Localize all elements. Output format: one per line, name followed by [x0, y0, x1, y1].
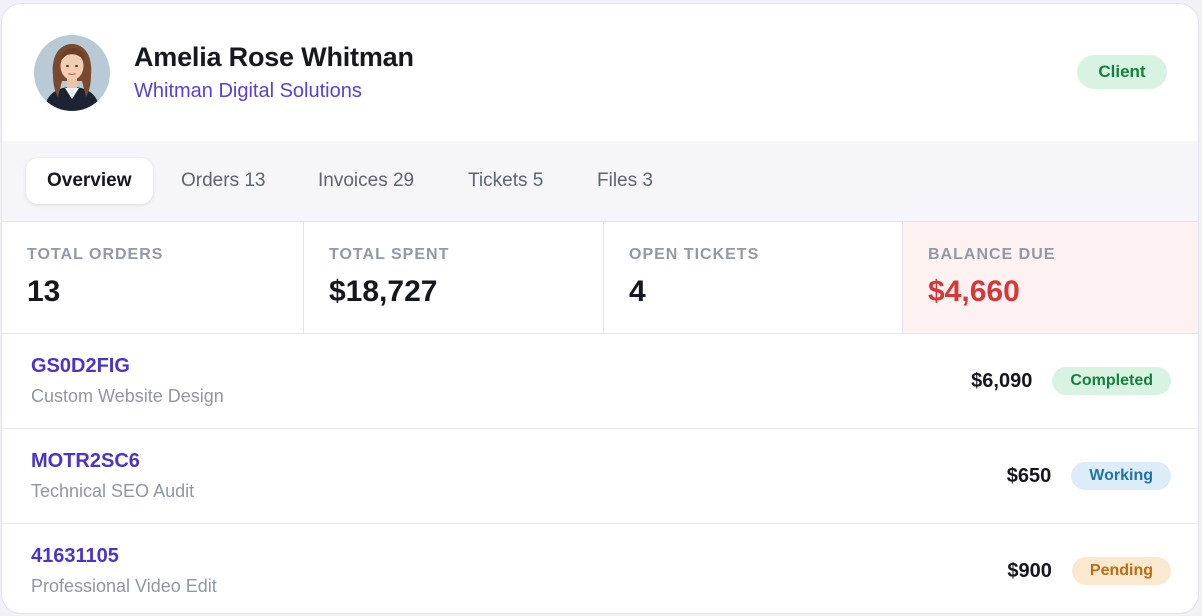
stat-value: 4 [629, 275, 646, 308]
tab-tickets[interactable]: Tickets 5 [447, 158, 564, 204]
customer-name: Amelia Rose Whitman [134, 42, 414, 72]
order-amount: $650 [1006, 464, 1052, 487]
stat-open-tickets: OPEN TICKETS 4 [603, 222, 902, 333]
order-id-link[interactable]: MOTR2SC6 [31, 450, 140, 473]
avatar-photo-icon [34, 35, 110, 111]
order-row[interactable]: GS0D2FIG Custom Website Design $6,090 Co… [2, 334, 1198, 429]
tab-orders[interactable]: Orders 13 [160, 158, 286, 204]
tab-overview[interactable]: Overview [26, 158, 153, 204]
order-description: Technical SEO Audit [31, 481, 195, 501]
order-summary: $900 Pending [1007, 556, 1171, 586]
status-badge: Pending [1071, 557, 1171, 585]
stat-value: $18,727 [329, 275, 438, 308]
tab-bar: Overview Orders 13 Invoices 29 Tickets 5… [2, 141, 1198, 222]
customer-card: Amelia Rose Whitman Whitman Digital Solu… [1, 3, 1199, 614]
order-id-link[interactable]: GS0D2FIG [31, 355, 130, 378]
stat-value: $4,660 [928, 275, 1020, 308]
client-badge: Client [1077, 55, 1167, 89]
order-amount: $6,090 [971, 369, 1033, 392]
order-amount: $900 [1007, 559, 1052, 582]
order-row[interactable]: MOTR2SC6 Technical SEO Audit $650 Workin… [2, 429, 1198, 524]
avatar [34, 35, 110, 111]
stats-row: TOTAL ORDERS 13 TOTAL SPENT $18,727 OPEN… [2, 222, 1198, 334]
order-summary: $650 Working [1007, 461, 1171, 491]
order-summary: $6,090 Completed [971, 366, 1171, 396]
stat-label: BALANCE DUE [928, 246, 1056, 263]
stat-total-spent: TOTAL SPENT $18,727 [303, 222, 603, 333]
orders-list: GS0D2FIG Custom Website Design $6,090 Co… [2, 334, 1198, 613]
order-description: Custom Website Design [31, 386, 224, 406]
stat-total-orders: TOTAL ORDERS 13 [2, 222, 303, 333]
order-row[interactable]: 41631105 Professional Video Edit $900 Pe… [2, 524, 1198, 613]
order-id-link[interactable]: 41631105 [31, 545, 119, 568]
stat-label: TOTAL SPENT [329, 246, 450, 263]
stat-value: 13 [27, 275, 61, 308]
tab-invoices[interactable]: Invoices 29 [297, 158, 435, 204]
stat-balance-due: BALANCE DUE $4,660 [902, 222, 1198, 333]
company-name: Whitman Digital Solutions [134, 80, 362, 102]
profile-header: Amelia Rose Whitman Whitman Digital Solu… [2, 4, 1198, 142]
tab-files[interactable]: Files 3 [576, 158, 674, 204]
stat-label: TOTAL ORDERS [27, 246, 164, 263]
stat-label: OPEN TICKETS [629, 246, 760, 263]
status-badge: Working [1071, 462, 1171, 490]
status-badge: Completed [1052, 367, 1171, 395]
order-description: Professional Video Edit [31, 576, 217, 596]
